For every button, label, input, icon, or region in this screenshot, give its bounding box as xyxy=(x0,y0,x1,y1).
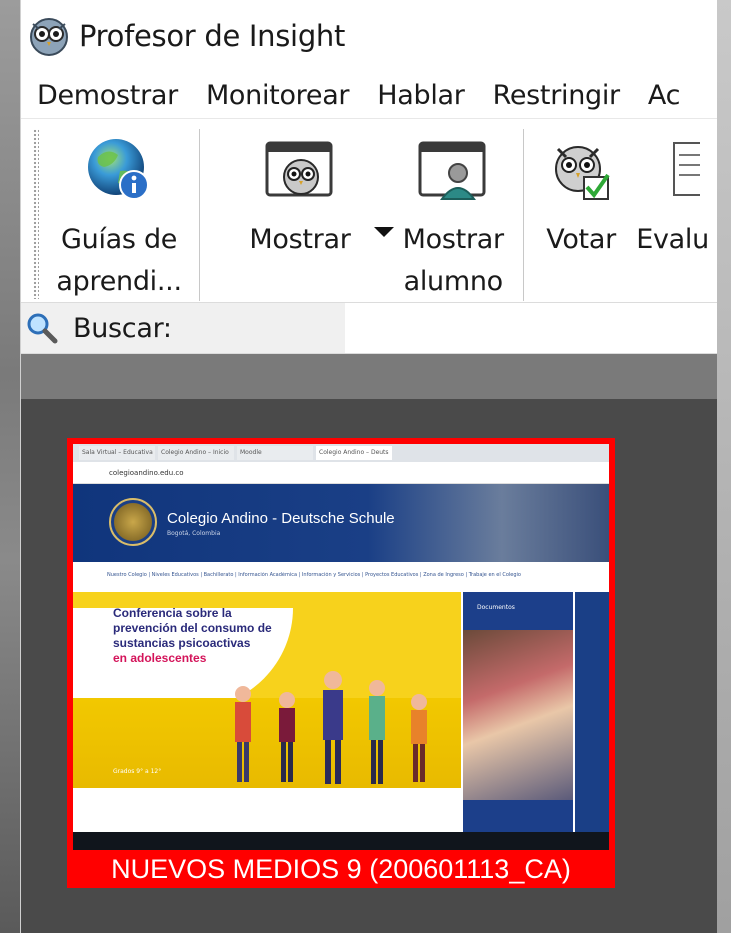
search-input[interactable] xyxy=(345,303,717,353)
banner-text: Conferencia sobre la prevención del cons… xyxy=(113,606,272,665)
site-header: Colegio Andino - Deutsche Schule Bogotá,… xyxy=(73,484,609,562)
site-nav: Nuestro Colegio | Niveles Educativos | B… xyxy=(107,572,521,578)
thumbnail-view-header xyxy=(21,354,717,399)
school-seal-icon xyxy=(109,498,157,546)
desktop-background-right xyxy=(717,0,731,933)
evaluate-button[interactable]: Evalu xyxy=(630,129,717,261)
vote-label: Votar xyxy=(546,224,616,255)
menu-restringir[interactable]: Restringir xyxy=(493,80,621,111)
toolbar-separator xyxy=(199,129,201,301)
student-thumbnail-caption: NUEVOS MEDIOS 9 (200601113_CA) xyxy=(111,853,571,884)
student-screen-preview: Sala Virtual – Educativa Colegio Andino … xyxy=(73,444,609,850)
app-window: Profesor de Insight Demostrar Monitorear… xyxy=(20,0,717,933)
student-thumbnail[interactable]: Sala Virtual – Educativa Colegio Andino … xyxy=(67,438,615,888)
vote-button[interactable]: Votar xyxy=(532,129,630,261)
learning-guides-label: Guías de aprendi... xyxy=(56,224,182,297)
owl-vote-icon xyxy=(555,146,610,200)
student-thumbnail-area: Sala Virtual – Educativa Colegio Andino … xyxy=(21,399,717,933)
show-student-button[interactable]: Mostrar alumno xyxy=(392,129,515,303)
menu-demostrar[interactable]: Demostrar xyxy=(37,80,178,111)
globe-info-icon xyxy=(88,139,150,200)
menu-monitorear[interactable]: Monitorear xyxy=(206,80,350,111)
mini-address-bar: colegioandino.edu.co xyxy=(73,462,609,484)
learning-guides-button[interactable]: Guías de aprendi... xyxy=(47,129,192,303)
evaluate-sheet-icon xyxy=(673,142,701,196)
mini-browser-tabbar: Sala Virtual – Educativa Colegio Andino … xyxy=(73,444,609,462)
search-bar: Buscar: xyxy=(21,302,717,354)
evaluate-label: Evalu xyxy=(636,224,709,255)
search-label: Buscar: xyxy=(73,312,172,344)
search-icon xyxy=(27,313,58,344)
mini-tab: Colegio Andino – Inicio xyxy=(158,446,234,460)
toolbar-ribbon: Guías de aprendi... Mostrar Mostrar alum… xyxy=(21,118,717,302)
student-screen-icon xyxy=(418,141,486,200)
show-button[interactable]: Mostrar xyxy=(208,129,395,261)
mini-taskbar xyxy=(73,832,609,850)
mini-address: colegioandino.edu.co xyxy=(109,468,184,477)
site-banner: Conferencia sobre la prevención del cons… xyxy=(73,592,461,788)
menu-bar: Demostrar Monitorear Hablar Restringir A… xyxy=(21,72,717,118)
side-panel-photo xyxy=(463,630,573,800)
site-right-strip xyxy=(575,592,609,842)
owl-app-icon xyxy=(30,18,68,56)
show-label: Mostrar xyxy=(249,224,351,255)
site-subtitle: Bogotá, Colombia xyxy=(167,530,221,537)
site-side-panel: Documentos xyxy=(463,592,573,842)
window-title: Profesor de Insight xyxy=(79,19,346,53)
site-name: Colegio Andino - Deutsche Schule xyxy=(167,510,395,527)
side-panel-title: Documentos xyxy=(477,604,515,611)
menu-hablar[interactable]: Hablar xyxy=(377,80,465,111)
mini-tab: Sala Virtual – Educativa xyxy=(79,446,155,460)
toolbar-separator xyxy=(522,129,524,301)
banner-dates: Grados 9° a 12° xyxy=(113,768,162,775)
mini-tab-active: Colegio Andino – Deuts xyxy=(316,446,392,460)
show-student-label: Mostrar alumno xyxy=(402,224,504,297)
title-bar: Profesor de Insight xyxy=(21,0,717,72)
menu-truncated-item[interactable]: Ac xyxy=(648,80,681,111)
banner-people-illustration xyxy=(235,671,427,784)
toolbar-grip[interactable] xyxy=(33,129,39,299)
owl-screen-icon xyxy=(265,141,333,197)
mini-tab: Moodle xyxy=(237,446,313,460)
